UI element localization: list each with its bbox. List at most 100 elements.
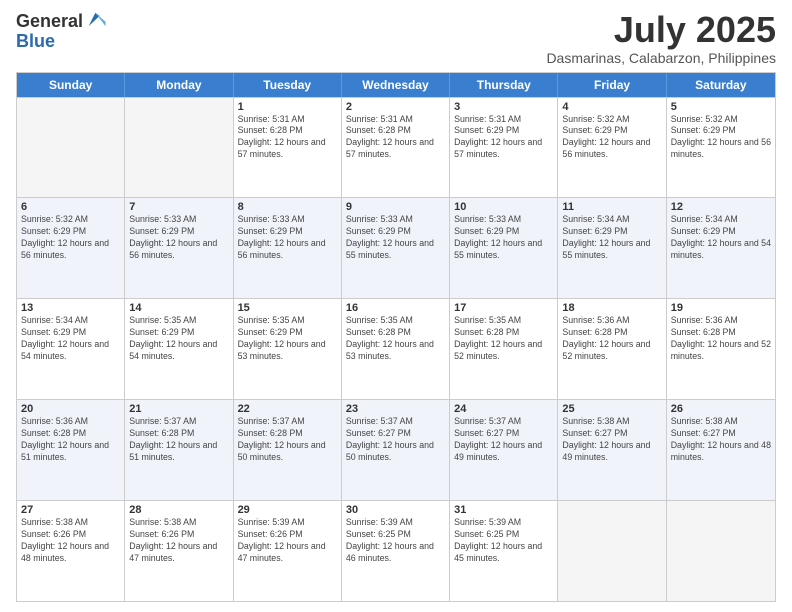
cal-cell: 16 Sunrise: 5:35 AMSunset: 6:28 PMDaylig… <box>342 299 450 399</box>
cell-date: 29 <box>238 504 337 516</box>
cal-cell: 13 Sunrise: 5:34 AMSunset: 6:29 PMDaylig… <box>17 299 125 399</box>
cell-date: 5 <box>671 101 771 113</box>
cell-info: Sunrise: 5:39 AMSunset: 6:26 PMDaylight:… <box>238 517 337 565</box>
cell-date: 31 <box>454 504 553 516</box>
cell-info: Sunrise: 5:37 AMSunset: 6:27 PMDaylight:… <box>346 416 445 464</box>
header-sunday: Sunday <box>17 73 125 97</box>
cell-date: 4 <box>562 101 661 113</box>
cell-info: Sunrise: 5:35 AMSunset: 6:29 PMDaylight:… <box>238 315 337 363</box>
cal-cell: 19 Sunrise: 5:36 AMSunset: 6:28 PMDaylig… <box>667 299 775 399</box>
calendar-week-5: 27 Sunrise: 5:38 AMSunset: 6:26 PMDaylig… <box>17 500 775 601</box>
cell-info: Sunrise: 5:38 AMSunset: 6:27 PMDaylight:… <box>562 416 661 464</box>
cell-date: 25 <box>562 403 661 415</box>
calendar-header: Sunday Monday Tuesday Wednesday Thursday… <box>17 73 775 97</box>
cell-info: Sunrise: 5:31 AMSunset: 6:28 PMDaylight:… <box>238 114 337 162</box>
cell-info: Sunrise: 5:37 AMSunset: 6:28 PMDaylight:… <box>238 416 337 464</box>
calendar-week-4: 20 Sunrise: 5:36 AMSunset: 6:28 PMDaylig… <box>17 399 775 500</box>
cal-cell: 29 Sunrise: 5:39 AMSunset: 6:26 PMDaylig… <box>234 501 342 601</box>
cell-info: Sunrise: 5:31 AMSunset: 6:29 PMDaylight:… <box>454 114 553 162</box>
cell-date: 9 <box>346 201 445 213</box>
cell-info: Sunrise: 5:31 AMSunset: 6:28 PMDaylight:… <box>346 114 445 162</box>
cell-date: 24 <box>454 403 553 415</box>
cell-info: Sunrise: 5:39 AMSunset: 6:25 PMDaylight:… <box>454 517 553 565</box>
cell-date: 26 <box>671 403 771 415</box>
cal-cell: 27 Sunrise: 5:38 AMSunset: 6:26 PMDaylig… <box>17 501 125 601</box>
header: General Blue July 2025 Dasmarinas, Calab… <box>16 10 776 66</box>
calendar-week-3: 13 Sunrise: 5:34 AMSunset: 6:29 PMDaylig… <box>17 298 775 399</box>
cell-date: 21 <box>129 403 228 415</box>
cal-cell: 23 Sunrise: 5:37 AMSunset: 6:27 PMDaylig… <box>342 400 450 500</box>
cell-date: 13 <box>21 302 120 314</box>
title-block: July 2025 Dasmarinas, Calabarzon, Philip… <box>546 10 776 66</box>
cal-cell: 6 Sunrise: 5:32 AMSunset: 6:29 PMDayligh… <box>17 198 125 298</box>
cal-cell <box>558 501 666 601</box>
cell-date: 8 <box>238 201 337 213</box>
cell-info: Sunrise: 5:35 AMSunset: 6:28 PMDaylight:… <box>454 315 553 363</box>
cal-cell: 14 Sunrise: 5:35 AMSunset: 6:29 PMDaylig… <box>125 299 233 399</box>
cal-cell: 20 Sunrise: 5:36 AMSunset: 6:28 PMDaylig… <box>17 400 125 500</box>
cal-cell: 5 Sunrise: 5:32 AMSunset: 6:29 PMDayligh… <box>667 98 775 198</box>
header-saturday: Saturday <box>667 73 775 97</box>
cell-date: 22 <box>238 403 337 415</box>
cell-info: Sunrise: 5:33 AMSunset: 6:29 PMDaylight:… <box>129 214 228 262</box>
cell-date: 27 <box>21 504 120 516</box>
logo-general: General <box>16 12 83 30</box>
cell-date: 20 <box>21 403 120 415</box>
cal-cell <box>17 98 125 198</box>
cell-info: Sunrise: 5:35 AMSunset: 6:28 PMDaylight:… <box>346 315 445 363</box>
cell-info: Sunrise: 5:36 AMSunset: 6:28 PMDaylight:… <box>562 315 661 363</box>
cell-info: Sunrise: 5:38 AMSunset: 6:27 PMDaylight:… <box>671 416 771 464</box>
cal-cell: 18 Sunrise: 5:36 AMSunset: 6:28 PMDaylig… <box>558 299 666 399</box>
cal-cell: 17 Sunrise: 5:35 AMSunset: 6:28 PMDaylig… <box>450 299 558 399</box>
cal-cell: 2 Sunrise: 5:31 AMSunset: 6:28 PMDayligh… <box>342 98 450 198</box>
cell-date: 30 <box>346 504 445 516</box>
cell-info: Sunrise: 5:32 AMSunset: 6:29 PMDaylight:… <box>21 214 120 262</box>
cell-date: 12 <box>671 201 771 213</box>
cell-info: Sunrise: 5:36 AMSunset: 6:28 PMDaylight:… <box>21 416 120 464</box>
header-monday: Monday <box>125 73 233 97</box>
cell-info: Sunrise: 5:38 AMSunset: 6:26 PMDaylight:… <box>21 517 120 565</box>
cal-cell: 3 Sunrise: 5:31 AMSunset: 6:29 PMDayligh… <box>450 98 558 198</box>
cal-cell: 12 Sunrise: 5:34 AMSunset: 6:29 PMDaylig… <box>667 198 775 298</box>
cal-cell: 22 Sunrise: 5:37 AMSunset: 6:28 PMDaylig… <box>234 400 342 500</box>
cal-cell: 28 Sunrise: 5:38 AMSunset: 6:26 PMDaylig… <box>125 501 233 601</box>
calendar-body: 1 Sunrise: 5:31 AMSunset: 6:28 PMDayligh… <box>17 97 775 601</box>
cell-info: Sunrise: 5:39 AMSunset: 6:25 PMDaylight:… <box>346 517 445 565</box>
cell-date: 3 <box>454 101 553 113</box>
cal-cell: 11 Sunrise: 5:34 AMSunset: 6:29 PMDaylig… <box>558 198 666 298</box>
cal-cell: 15 Sunrise: 5:35 AMSunset: 6:29 PMDaylig… <box>234 299 342 399</box>
calendar-week-2: 6 Sunrise: 5:32 AMSunset: 6:29 PMDayligh… <box>17 197 775 298</box>
logo: General Blue <box>16 10 107 52</box>
cell-date: 17 <box>454 302 553 314</box>
cell-info: Sunrise: 5:36 AMSunset: 6:28 PMDaylight:… <box>671 315 771 363</box>
cal-cell: 10 Sunrise: 5:33 AMSunset: 6:29 PMDaylig… <box>450 198 558 298</box>
cal-cell: 7 Sunrise: 5:33 AMSunset: 6:29 PMDayligh… <box>125 198 233 298</box>
header-friday: Friday <box>558 73 666 97</box>
cell-info: Sunrise: 5:32 AMSunset: 6:29 PMDaylight:… <box>671 114 771 162</box>
cal-cell: 21 Sunrise: 5:37 AMSunset: 6:28 PMDaylig… <box>125 400 233 500</box>
cell-date: 14 <box>129 302 228 314</box>
cal-cell: 1 Sunrise: 5:31 AMSunset: 6:28 PMDayligh… <box>234 98 342 198</box>
cal-cell: 9 Sunrise: 5:33 AMSunset: 6:29 PMDayligh… <box>342 198 450 298</box>
cell-info: Sunrise: 5:34 AMSunset: 6:29 PMDaylight:… <box>21 315 120 363</box>
cal-cell <box>125 98 233 198</box>
cell-date: 2 <box>346 101 445 113</box>
cal-cell: 25 Sunrise: 5:38 AMSunset: 6:27 PMDaylig… <box>558 400 666 500</box>
title-month: July 2025 <box>546 10 776 50</box>
cell-date: 15 <box>238 302 337 314</box>
cell-date: 1 <box>238 101 337 113</box>
cell-date: 16 <box>346 302 445 314</box>
cell-info: Sunrise: 5:33 AMSunset: 6:29 PMDaylight:… <box>238 214 337 262</box>
header-thursday: Thursday <box>450 73 558 97</box>
header-wednesday: Wednesday <box>342 73 450 97</box>
cal-cell: 8 Sunrise: 5:33 AMSunset: 6:29 PMDayligh… <box>234 198 342 298</box>
cell-date: 6 <box>21 201 120 213</box>
cell-date: 11 <box>562 201 661 213</box>
cell-info: Sunrise: 5:37 AMSunset: 6:28 PMDaylight:… <box>129 416 228 464</box>
cell-date: 28 <box>129 504 228 516</box>
header-tuesday: Tuesday <box>234 73 342 97</box>
cell-info: Sunrise: 5:34 AMSunset: 6:29 PMDaylight:… <box>671 214 771 262</box>
logo-blue: Blue <box>16 31 55 51</box>
cell-info: Sunrise: 5:33 AMSunset: 6:29 PMDaylight:… <box>454 214 553 262</box>
cal-cell: 26 Sunrise: 5:38 AMSunset: 6:27 PMDaylig… <box>667 400 775 500</box>
